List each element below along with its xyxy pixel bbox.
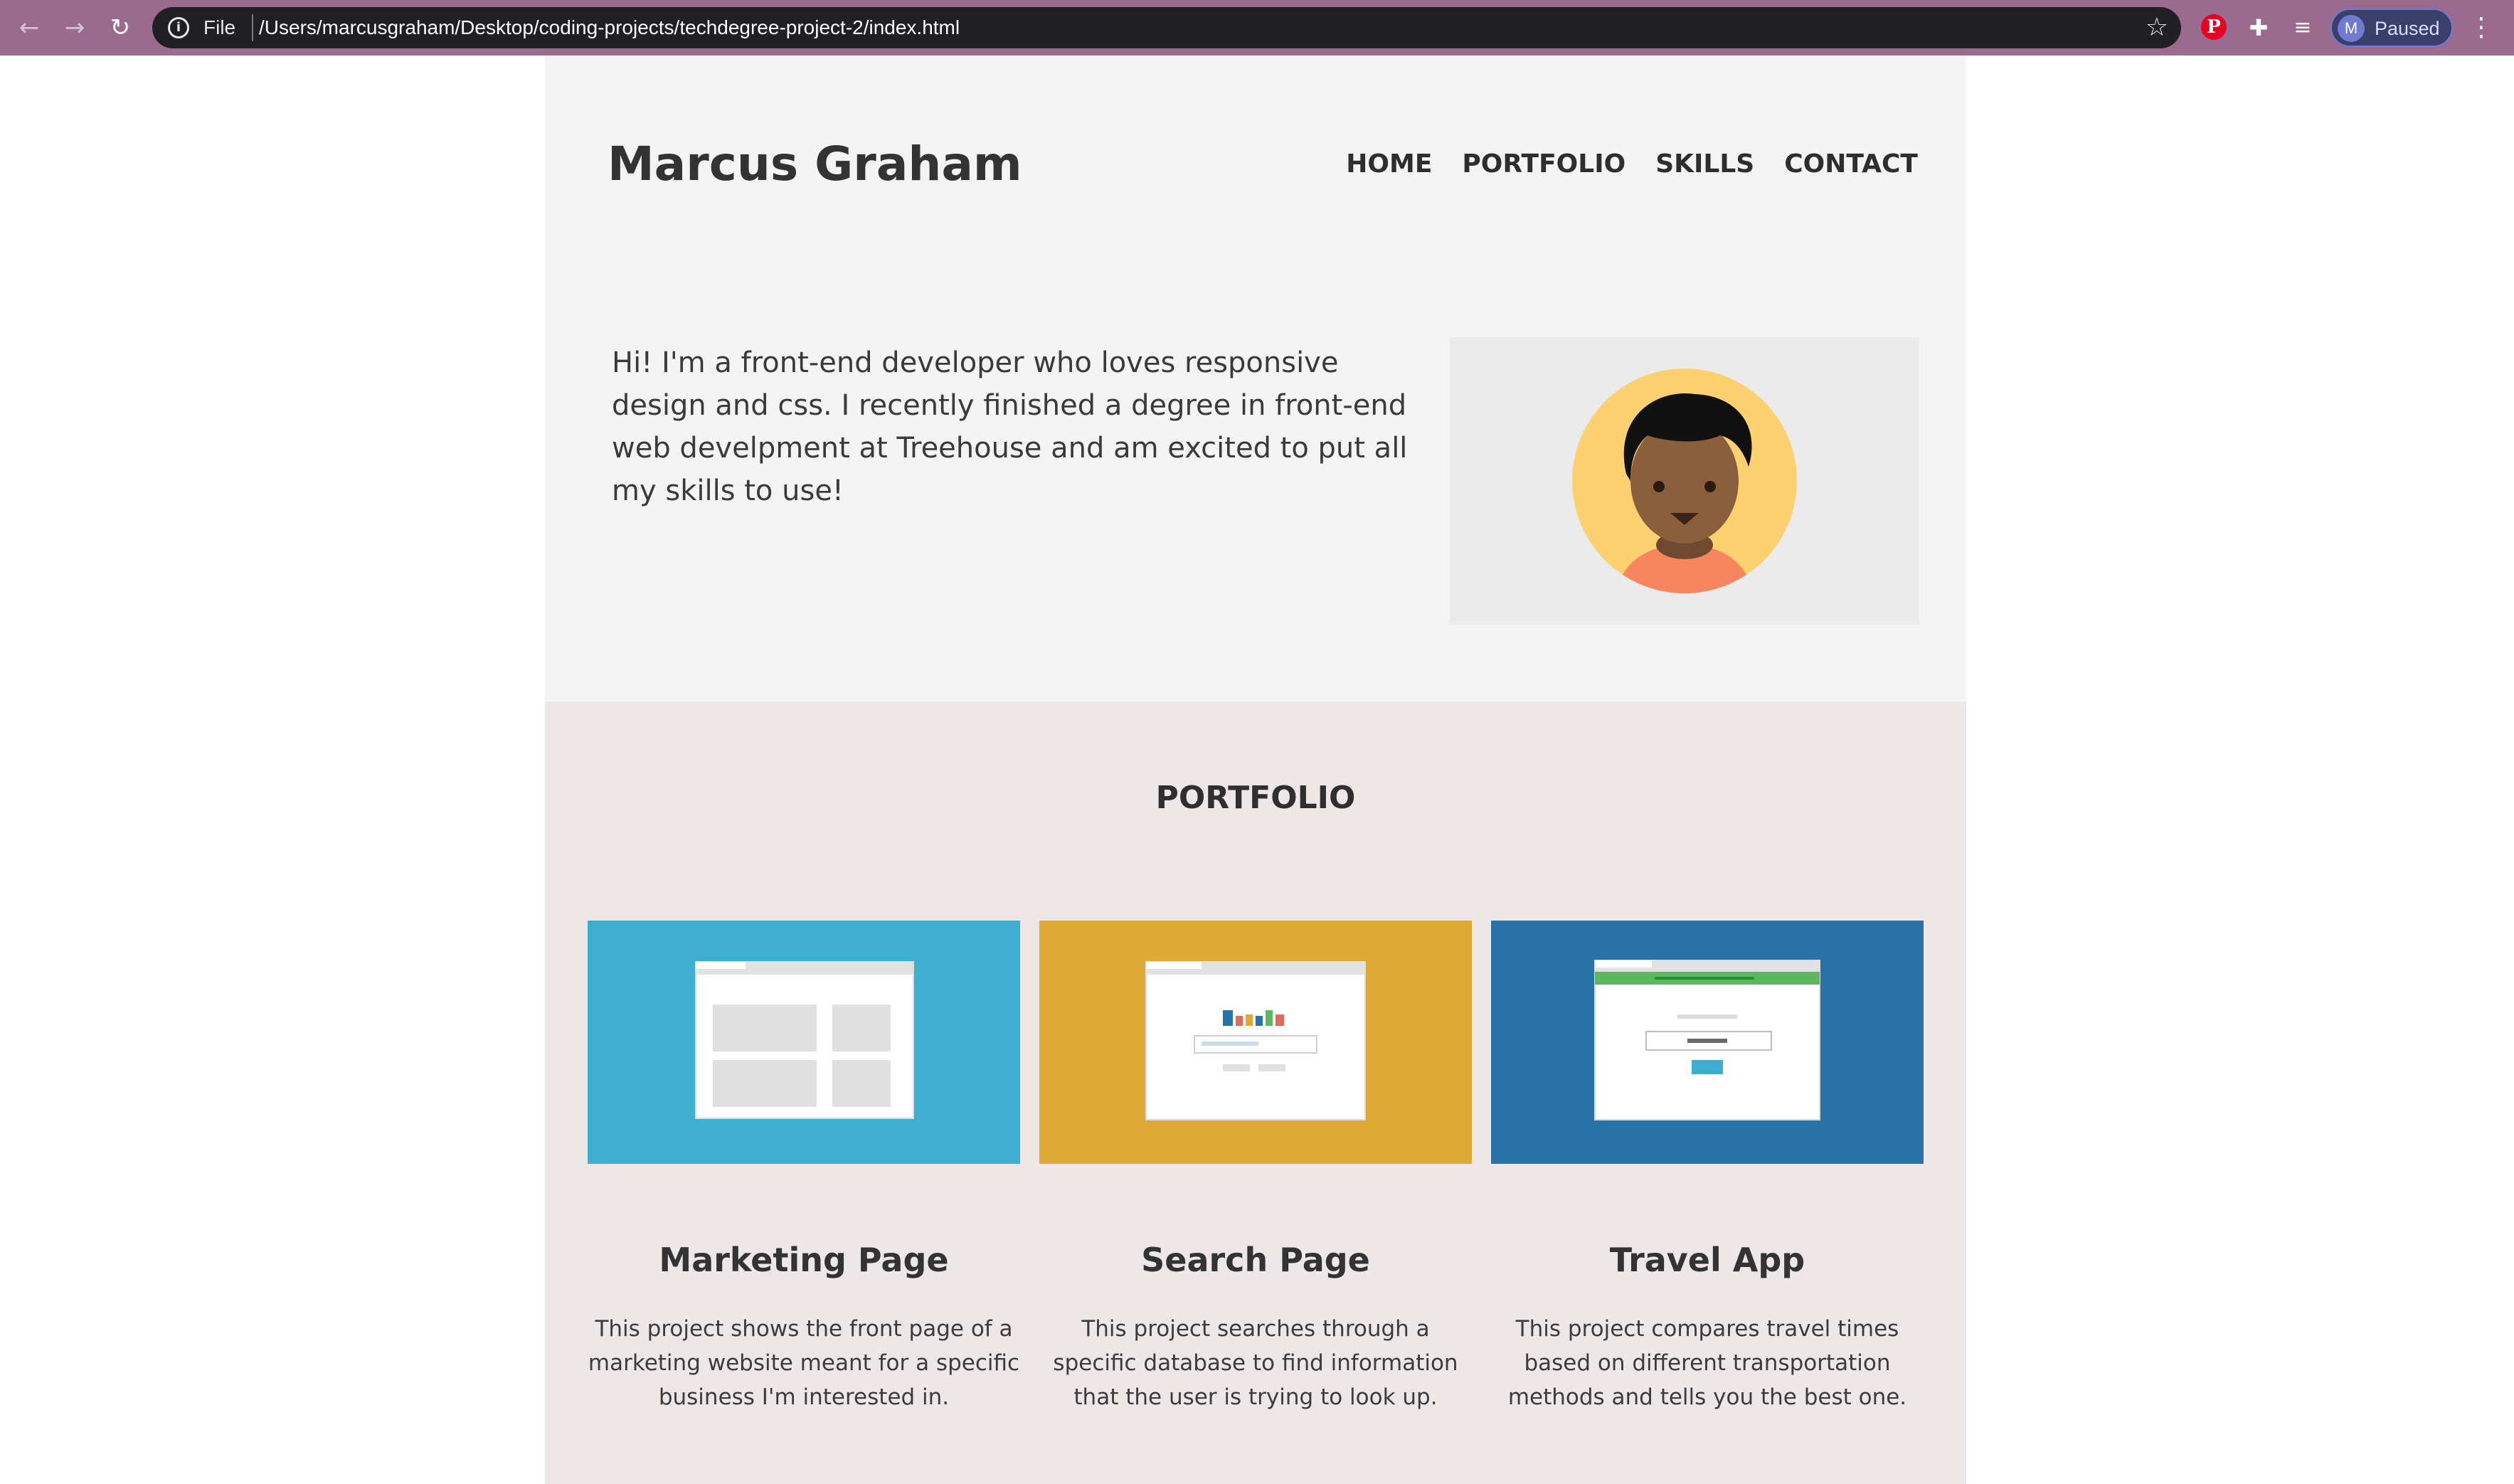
project-title[interactable]: Search Page [1039, 1241, 1472, 1279]
forward-arrow-icon[interactable]: → [60, 13, 90, 43]
pinterest-extension-icon[interactable]: P [2201, 14, 2227, 40]
profile-status: Paused [2375, 18, 2440, 39]
nav-contact-link[interactable]: CONTACT [1784, 149, 1918, 179]
project-description: This project shows the front page of a m… [588, 1316, 1020, 1410]
web-page: Marcus Graham HOME PORTFOLIO SKILLS CONT… [545, 55, 1966, 1484]
profile-button[interactable]: M Paused [2330, 9, 2453, 47]
nav-portfolio-link[interactable]: PORTFOLIO [1462, 149, 1625, 179]
url-divider [252, 14, 253, 41]
project-thumbnail[interactable] [1039, 921, 1472, 1164]
marketing-page-thumbnail-image [588, 921, 1020, 1164]
portfolio-section: PORTFOLIO Marketing Page This project sh… [545, 701, 1966, 1484]
project-description: This project searches through a specific… [1053, 1316, 1458, 1410]
extensions-puzzle-icon[interactable]: ✚ [2242, 11, 2275, 44]
nav-home-link[interactable]: HOME [1346, 149, 1432, 179]
profile-avatar-panel [1450, 337, 1919, 625]
hero-section: Marcus Graham HOME PORTFOLIO SKILLS CONT… [545, 55, 1966, 701]
project-title[interactable]: Marketing Page [588, 1241, 1020, 1279]
project-thumbnail[interactable] [1491, 921, 1924, 1164]
search-page-thumbnail-image [1039, 921, 1472, 1164]
menu-kebab-icon[interactable]: ⋮ [2468, 10, 2494, 46]
site-title[interactable]: Marcus Graham [608, 137, 1022, 191]
project-card-travel[interactable]: Travel App This project compares travel … [1491, 921, 1924, 1410]
profile-avatar-illustration [1572, 369, 1797, 593]
project-title[interactable]: Travel App [1491, 1241, 1924, 1279]
reload-icon[interactable]: ↻ [105, 13, 135, 43]
reading-list-icon[interactable]: ≡ [2286, 11, 2319, 44]
project-thumbnail[interactable] [588, 921, 1020, 1164]
intro-text: Hi! I'm a front-end developer who loves … [612, 346, 1408, 507]
travel-app-thumbnail-image [1491, 921, 1924, 1164]
back-arrow-icon[interactable]: ← [14, 13, 44, 43]
main-nav: HOME PORTFOLIO SKILLS CONTACT [1346, 149, 1918, 179]
project-description: This project compares travel times based… [1507, 1316, 1907, 1410]
browser-toolbar: ← → ↻ i File /Users/marcusgraham/Desktop… [0, 0, 2514, 55]
project-card-search[interactable]: Search Page This project searches throug… [1039, 921, 1472, 1410]
info-icon[interactable]: i [168, 17, 189, 38]
bookmark-star-icon[interactable]: ☆ [2146, 13, 2168, 43]
url-text[interactable]: /Users/marcusgraham/Desktop/coding-proje… [259, 16, 960, 39]
url-scheme-label: File [203, 16, 236, 38]
nav-skills-link[interactable]: SKILLS [1655, 149, 1754, 179]
project-card-marketing[interactable]: Marketing Page This project shows the fr… [588, 921, 1020, 1410]
portfolio-heading: PORTFOLIO [1155, 780, 1356, 816]
profile-avatar: M [2338, 15, 2365, 42]
address-bar[interactable]: i File /Users/marcusgraham/Desktop/codin… [152, 7, 2181, 48]
